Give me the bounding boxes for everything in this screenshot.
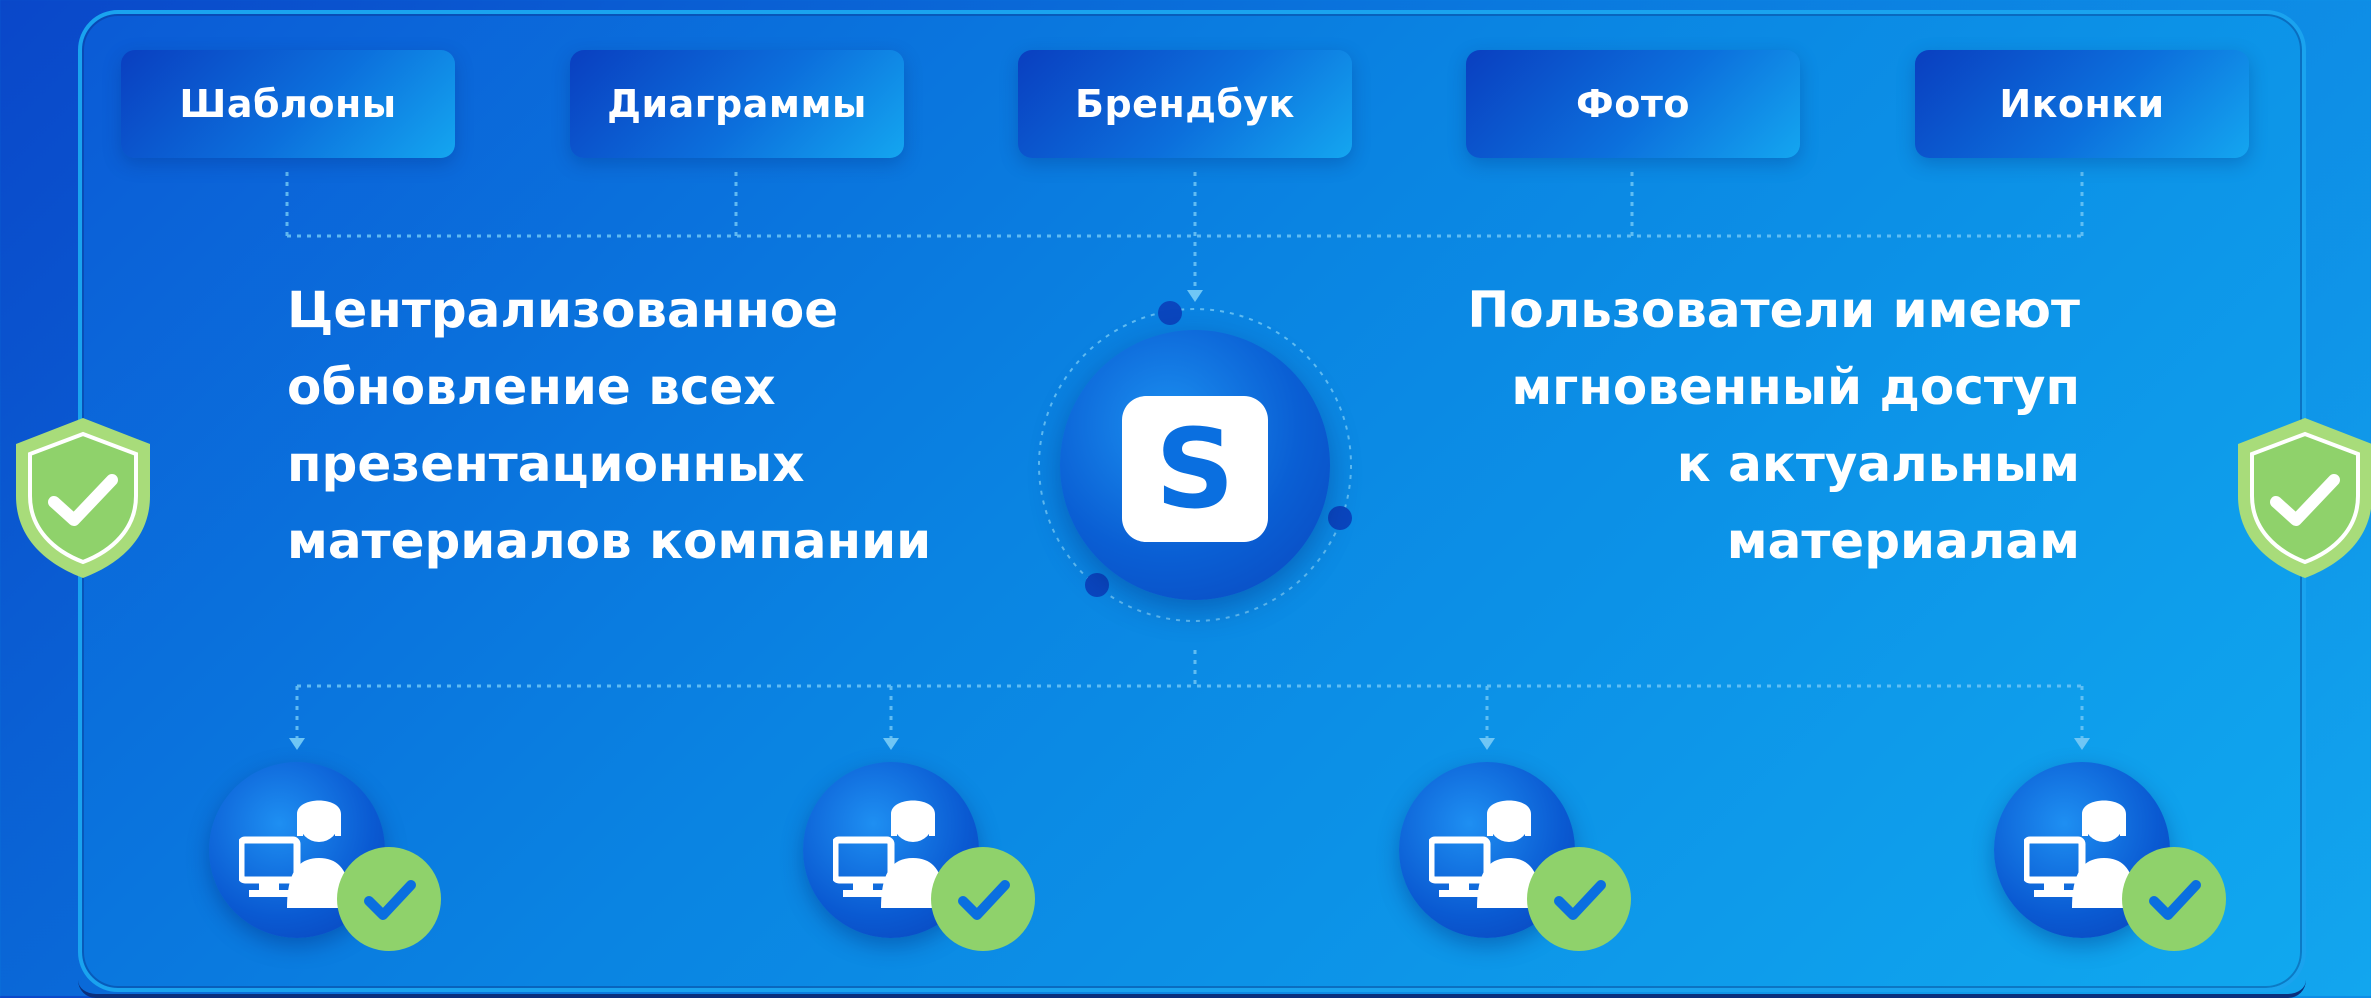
right-headline: Пользователи имеют мгновенный доступ к а… — [1467, 281, 2080, 570]
logo-letter: S — [1155, 405, 1235, 533]
tab-photo[interactable]: Фото — [1466, 50, 1800, 158]
user-node — [1399, 762, 1631, 951]
check-badge — [2122, 847, 2226, 951]
user-node — [803, 762, 1035, 951]
tab-icons[interactable]: Иконки — [1915, 50, 2249, 158]
check-icon — [1554, 880, 1606, 920]
app-logo: S — [1122, 396, 1268, 542]
shield-check-icon — [16, 418, 150, 578]
left-headline: Централизованное обновление всех презент… — [287, 281, 932, 570]
check-badge — [337, 847, 441, 951]
tab-brandbook[interactable]: Брендбук — [1018, 50, 1352, 158]
tab-templates[interactable]: Шаблоны — [121, 50, 455, 158]
check-badge — [1527, 847, 1631, 951]
check-icon — [2149, 880, 2201, 920]
user-node — [1994, 762, 2226, 951]
tab-diagrams[interactable]: Диаграммы — [570, 50, 904, 158]
check-icon — [958, 880, 1010, 920]
user-node — [209, 762, 441, 951]
shield-check-icon — [2238, 418, 2371, 578]
check-badge — [931, 847, 1035, 951]
check-icon — [364, 880, 416, 920]
